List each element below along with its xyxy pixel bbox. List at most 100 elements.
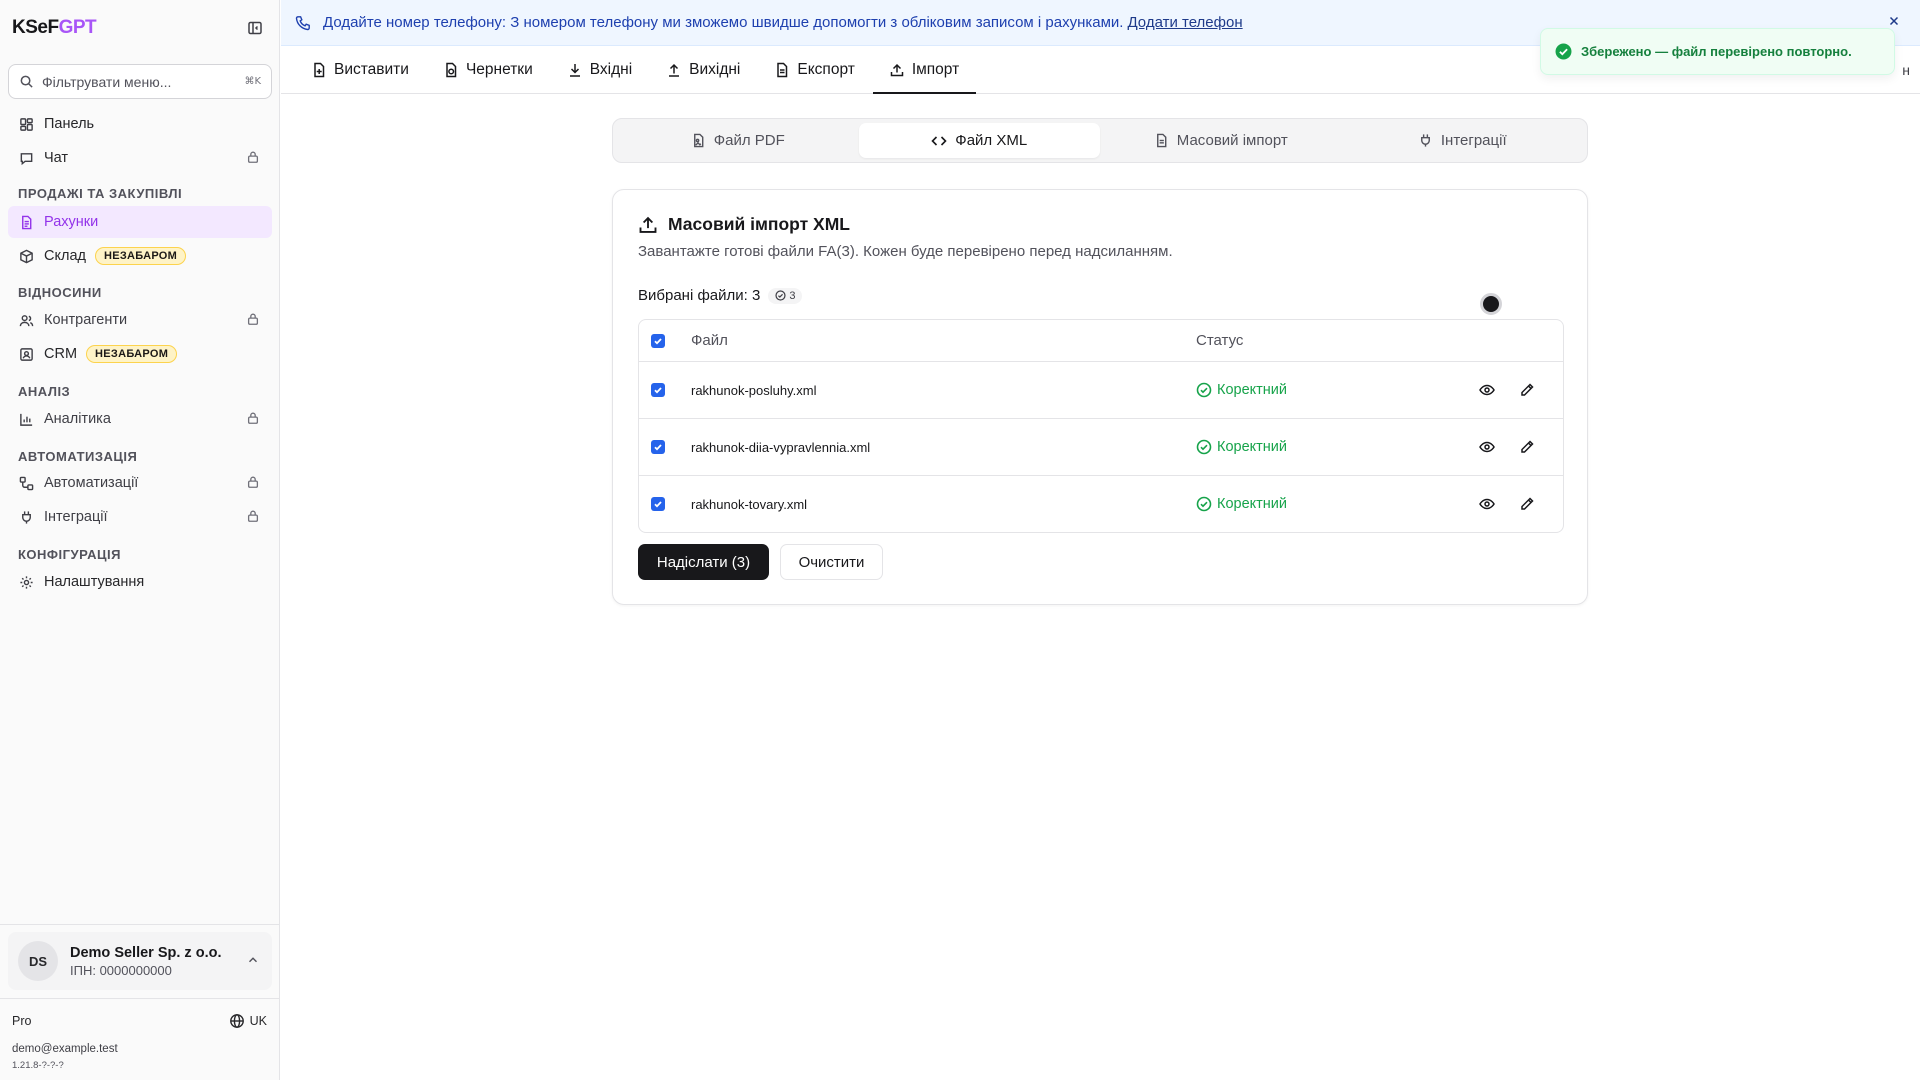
subtab-pdf[interactable]: Файл PDF xyxy=(617,123,859,158)
file-text-icon xyxy=(1156,133,1167,148)
import-source-tabs: Файл PDF Файл XML Масовий імпорт Інтегра… xyxy=(612,118,1588,163)
eye-icon[interactable] xyxy=(1479,496,1495,515)
invoice-icon xyxy=(18,214,34,230)
check-circle-icon xyxy=(1196,439,1212,455)
tab-label: Вхідні xyxy=(589,61,633,78)
pencil-icon[interactable] xyxy=(1519,496,1535,515)
lock-icon xyxy=(246,312,262,328)
upload-icon xyxy=(890,63,904,77)
section-label-automation: АВТОМАТИЗАЦІЯ xyxy=(18,449,138,464)
selected-files-label: Вибрані файли: 3 xyxy=(638,287,761,304)
account-tax-id: ІПН: 0000000000 xyxy=(70,962,172,978)
bulk-xml-import-card: Масовий імпорт XML Завантажте готові фай… xyxy=(612,189,1588,605)
clear-button[interactable]: Очистити xyxy=(780,544,883,580)
menu-search-input[interactable] xyxy=(42,73,245,90)
sidebar-item-analytics[interactable]: Аналітика xyxy=(8,403,272,435)
sidebar-item-label: Автоматизації xyxy=(44,475,139,491)
sidebar-item-integrations[interactable]: Інтеграції xyxy=(8,501,272,533)
add-phone-link[interactable]: Додати телефон xyxy=(1127,14,1242,31)
account-name: Demo Seller Sp. z o.o. xyxy=(70,944,222,961)
subtab-label: Файл XML xyxy=(955,132,1028,149)
section-label-config: КОНФІГУРАЦІЯ xyxy=(18,547,121,562)
avatar: DS xyxy=(18,941,58,981)
phone-icon xyxy=(295,15,310,30)
submit-button[interactable]: Надіслати (3) xyxy=(638,544,769,580)
search-shortcut: ⌘K xyxy=(244,76,261,87)
sidebar-item-invoices[interactable]: Рахунки xyxy=(8,206,272,238)
bar-chart-icon xyxy=(18,411,34,427)
row-checkbox[interactable] xyxy=(651,440,665,454)
sidebar-divider xyxy=(0,998,280,999)
upload-icon xyxy=(639,216,657,233)
plug-icon xyxy=(18,509,34,525)
section-label-sales: ПРОДАЖІ ТА ЗАКУПІВЛІ xyxy=(18,186,183,201)
row-checkbox[interactable] xyxy=(651,497,665,511)
pencil-icon[interactable] xyxy=(1519,439,1535,458)
coming-soon-badge: НЕЗАБАРОМ xyxy=(86,345,178,363)
tab-outgoing[interactable]: Вихідні xyxy=(666,47,757,93)
status-badge: Коректний xyxy=(1196,382,1287,398)
tab-label: Виставити xyxy=(334,61,409,78)
success-toast: Збережено — файл перевірено повторно. xyxy=(1540,28,1895,75)
toast-message: Збережено — файл перевірено повторно. xyxy=(1581,44,1852,59)
check-circle-icon xyxy=(1555,43,1572,60)
language-switcher[interactable]: UK xyxy=(229,1013,267,1029)
column-header-status: Статус xyxy=(1196,332,1244,349)
valid-count: 3 xyxy=(789,289,796,302)
valid-count-badge: 3 xyxy=(768,287,803,304)
row-checkbox[interactable] xyxy=(651,383,665,397)
tab-drafts[interactable]: Чернетки xyxy=(443,47,550,93)
select-all-checkbox[interactable] xyxy=(651,333,665,348)
chevron-up-icon xyxy=(246,953,262,969)
check-circle-icon xyxy=(1196,496,1212,512)
tab-label: Імпорт xyxy=(911,61,960,78)
status-text: Коректний xyxy=(1217,496,1287,512)
card-description: Завантажте готові файли FA(3). Кожен буд… xyxy=(638,243,1173,260)
sidebar-item-chat[interactable]: Чат xyxy=(8,142,272,174)
sidebar-item-label: CRM xyxy=(44,346,78,362)
lock-icon xyxy=(246,411,262,427)
sidebar-divider xyxy=(0,924,280,925)
eye-icon[interactable] xyxy=(1479,382,1495,401)
contact-icon xyxy=(18,346,34,362)
account-switcher[interactable]: DS Demo Seller Sp. z o.o. ІПН: 000000000… xyxy=(8,932,272,990)
download-icon xyxy=(569,64,580,77)
banner-text: Додайте номер телефону: З номером телефо… xyxy=(323,14,1124,31)
sidebar-item-automations[interactable]: Автоматизації xyxy=(8,467,272,499)
workflow-icon xyxy=(18,475,34,491)
tab-incoming[interactable]: Вхідні xyxy=(567,47,649,93)
sidebar-item-contractors[interactable]: Контрагенти xyxy=(8,304,272,336)
subtab-label: Файл PDF xyxy=(713,132,785,149)
subtab-xml[interactable]: Файл XML xyxy=(858,123,1100,158)
tab-issue[interactable]: Виставити xyxy=(311,47,426,93)
lock-icon xyxy=(246,509,262,525)
menu-search[interactable]: ⌘K xyxy=(8,64,272,99)
sidebar-item-settings[interactable]: Налаштування xyxy=(8,566,272,598)
sidebar-item-warehouse[interactable]: Склад НЕЗАБАРОМ xyxy=(8,240,272,272)
tab-export[interactable]: Експорт xyxy=(774,47,871,93)
subtab-integrations[interactable]: Інтеграції xyxy=(1342,123,1584,158)
sidebar-collapse-icon[interactable] xyxy=(243,16,267,40)
file-image-icon xyxy=(693,133,704,148)
subtab-bulk-import[interactable]: Масовий імпорт xyxy=(1100,123,1342,158)
eye-icon[interactable] xyxy=(1479,439,1495,458)
lock-icon xyxy=(246,475,262,491)
lock-icon xyxy=(246,150,262,166)
users-icon xyxy=(18,312,34,328)
sidebar-item-label: Налаштування xyxy=(44,574,145,590)
tab-import[interactable]: Імпорт xyxy=(872,47,977,94)
pencil-icon[interactable] xyxy=(1519,382,1535,401)
selected-files-summary: Вибрані файли: 3 3 xyxy=(638,287,803,304)
code-icon xyxy=(931,135,947,146)
sidebar-item-crm[interactable]: CRM НЕЗАБАРОМ xyxy=(8,338,272,370)
sidebar-item-panel[interactable]: Панель xyxy=(8,108,272,140)
truncated-tab-text: н xyxy=(1902,62,1910,78)
tab-label: Чернетки xyxy=(465,61,533,78)
status-text: Коректний xyxy=(1217,439,1287,455)
plan-label: Pro xyxy=(12,1014,32,1028)
file-name: rakhunok-tovary.xml xyxy=(691,496,808,512)
tab-label: Вихідні xyxy=(689,61,741,78)
tab-label: Експорт xyxy=(797,61,855,78)
app-logo[interactable]: KSeFGPT xyxy=(12,17,97,39)
card-title-text: Масовий імпорт XML xyxy=(668,214,850,234)
